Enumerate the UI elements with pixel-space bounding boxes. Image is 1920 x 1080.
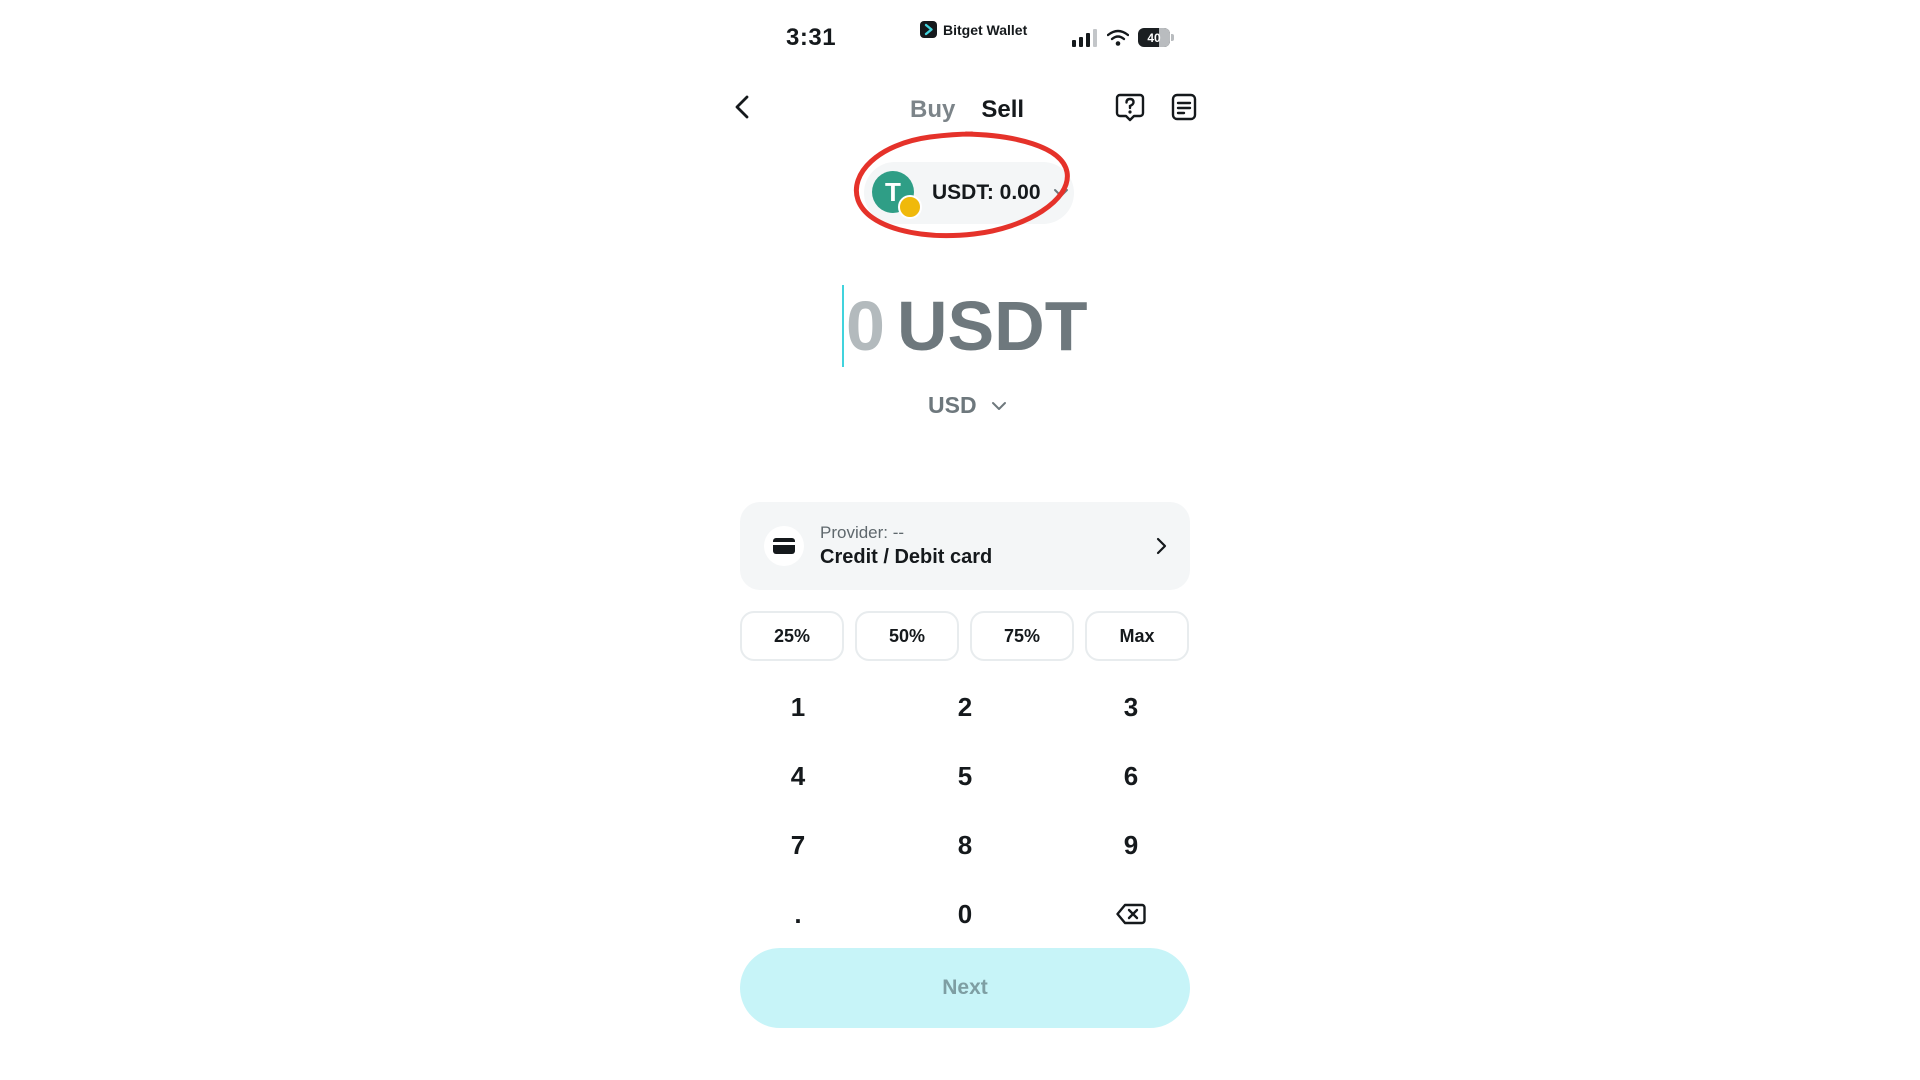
help-icon[interactable] xyxy=(1114,91,1146,123)
order-history-icon[interactable] xyxy=(1168,91,1200,123)
amount-value: 0 xyxy=(846,287,885,365)
keypad-key-1[interactable]: 1 xyxy=(723,681,873,733)
next-button[interactable]: Next xyxy=(740,948,1190,1028)
brand-label: Bitget Wallet xyxy=(920,21,1027,38)
buy-sell-tabs: Buy Sell xyxy=(910,96,1024,124)
red-circle-annotation xyxy=(854,131,1070,239)
payment-method: Credit / Debit card xyxy=(820,546,993,568)
percent-75-button[interactable]: 75% xyxy=(970,611,1074,661)
keypad-key-3[interactable]: 3 xyxy=(1056,681,1206,733)
keypad-key-9[interactable]: 9 xyxy=(1056,819,1206,871)
keypad-key-decimal[interactable]: . xyxy=(723,888,873,940)
tab-sell[interactable]: Sell xyxy=(981,96,1024,124)
keypad-key-5[interactable]: 5 xyxy=(890,750,1040,802)
status-time: 3:31 xyxy=(786,24,837,51)
wifi-icon xyxy=(1107,29,1129,46)
status-icons: 40 xyxy=(1072,28,1174,47)
keypad-key-8[interactable]: 8 xyxy=(890,819,1040,871)
back-icon[interactable] xyxy=(730,92,756,122)
keypad-key-4[interactable]: 4 xyxy=(723,750,873,802)
chevron-right-icon xyxy=(1156,537,1167,555)
text-cursor xyxy=(842,285,844,367)
keypad-key-0[interactable]: 0 xyxy=(890,888,1040,940)
provider-selector[interactable]: Provider: -- Credit / Debit card xyxy=(740,502,1190,590)
cellular-signal-icon xyxy=(1072,28,1097,47)
percent-50-button[interactable]: 50% xyxy=(855,611,959,661)
fiat-currency-label: USD xyxy=(928,392,977,418)
percent-25-button[interactable]: 25% xyxy=(740,611,844,661)
battery-level: 40 xyxy=(1147,30,1161,45)
brand-name: Bitget Wallet xyxy=(943,21,1028,38)
amount-display[interactable]: 0 USDT xyxy=(842,284,1088,368)
keypad-key-2[interactable]: 2 xyxy=(890,681,1040,733)
bitget-logo-icon xyxy=(920,21,937,38)
tab-buy[interactable]: Buy xyxy=(910,96,955,124)
max-button[interactable]: Max xyxy=(1085,611,1189,661)
keypad-key-7[interactable]: 7 xyxy=(723,819,873,871)
keypad-key-6[interactable]: 6 xyxy=(1056,750,1206,802)
provider-label: Provider: -- xyxy=(820,523,905,542)
amount-unit: USDT xyxy=(896,287,1088,365)
battery-icon: 40 xyxy=(1138,28,1174,47)
backspace-icon xyxy=(1116,903,1146,925)
backspace-button[interactable] xyxy=(1056,888,1206,940)
card-icon xyxy=(764,526,804,566)
chevron-down-icon xyxy=(991,401,1006,410)
fiat-currency-selector[interactable]: USD xyxy=(928,392,1007,419)
